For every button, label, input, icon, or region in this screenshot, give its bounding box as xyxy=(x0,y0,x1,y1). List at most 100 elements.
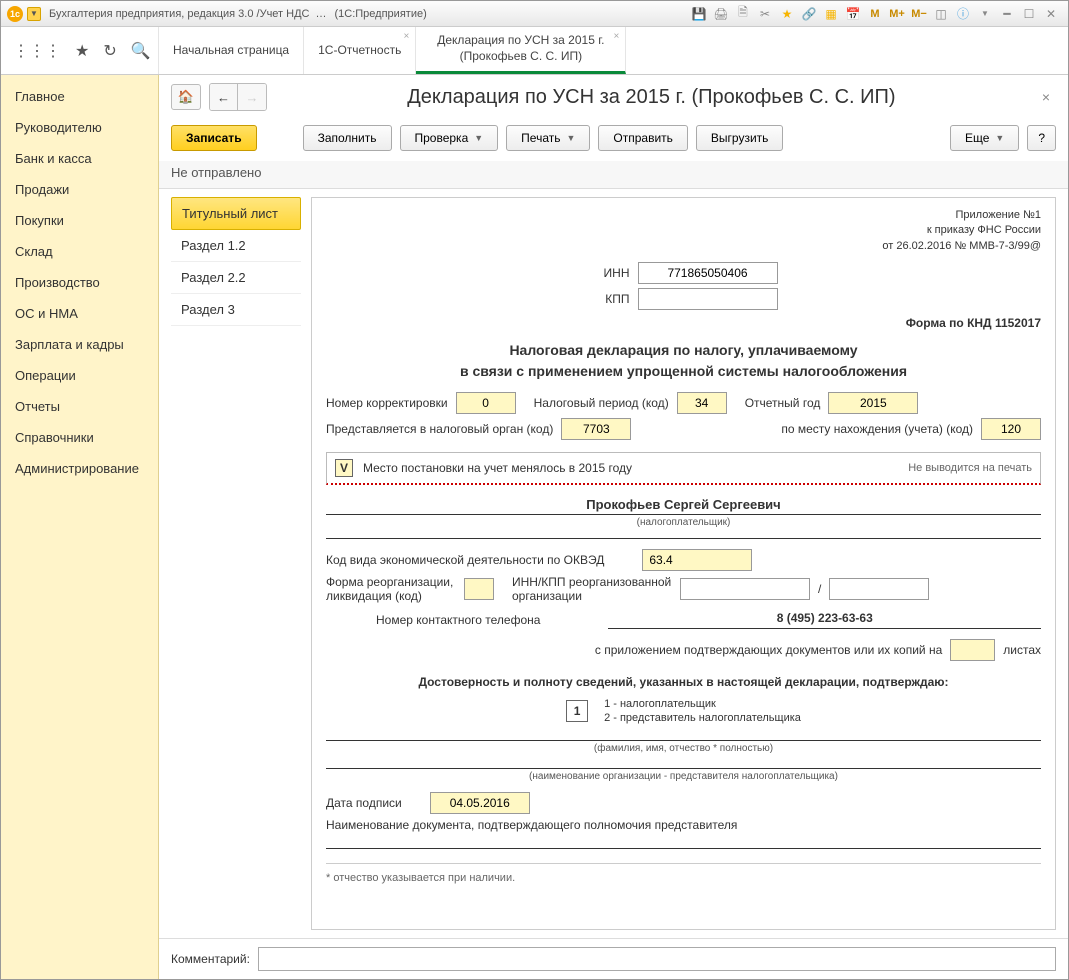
save-icon[interactable]: 💾 xyxy=(690,5,708,23)
sidebar-item[interactable]: Операции xyxy=(1,360,158,391)
fill-button[interactable]: Заполнить xyxy=(303,125,392,151)
chevron-down-icon: ▼ xyxy=(474,133,483,143)
send-button[interactable]: Отправить xyxy=(598,125,688,151)
export-button[interactable]: Выгрузить xyxy=(696,125,784,151)
m-minus-icon[interactable]: M− xyxy=(910,5,928,23)
tab-close-icon[interactable]: × xyxy=(614,31,620,42)
section-1-2[interactable]: Раздел 1.2 xyxy=(171,230,301,262)
apps-icon[interactable]: ⋮⋮⋮ xyxy=(13,41,61,61)
no-print-note: Не выводится на печать xyxy=(908,462,1032,474)
sidebar-item[interactable]: Главное xyxy=(1,81,158,112)
tab-reporting[interactable]: 1С-Отчетность× xyxy=(304,27,416,74)
period-input[interactable] xyxy=(677,392,727,414)
phone-value[interactable]: 8 (495) 223-63-63 xyxy=(608,611,1041,629)
tab-close-icon[interactable]: × xyxy=(404,31,410,42)
correction-row: Номер корректировки Налоговый период (ко… xyxy=(326,392,1041,414)
section-title-page[interactable]: Титульный лист xyxy=(171,197,301,230)
phone-row: Номер контактного телефона 8 (495) 223-6… xyxy=(326,611,1041,629)
organ-row: Представляется в налоговый орган (код) п… xyxy=(326,418,1041,440)
page-title: Декларация по УСН за 2015 г. (Прокофьев … xyxy=(275,86,1028,109)
sidebar-item[interactable]: Банк и касса xyxy=(1,143,158,174)
sidebar-item[interactable]: Администрирование xyxy=(1,453,158,484)
doc-icon[interactable]: 🗎 xyxy=(734,5,752,23)
sign-date-input[interactable] xyxy=(430,792,530,814)
section-3[interactable]: Раздел 3 xyxy=(171,294,301,326)
sidebar-item[interactable]: Руководителю xyxy=(1,112,158,143)
pages-input[interactable] xyxy=(950,639,995,661)
year-input[interactable] xyxy=(828,392,918,414)
reorg-kpp-input[interactable] xyxy=(829,578,929,600)
title-ellipsis: … xyxy=(316,8,329,20)
app-icon: 1c xyxy=(7,6,23,22)
app-menu-dropdown[interactable]: ▼ xyxy=(27,7,41,21)
help-button[interactable]: ? xyxy=(1027,125,1056,151)
info-dropdown-icon[interactable]: ▼ xyxy=(976,5,994,23)
sidebar-item[interactable]: ОС и НМА xyxy=(1,298,158,329)
maximize-icon[interactable]: ☐ xyxy=(1020,5,1038,23)
reorg-inn-input[interactable] xyxy=(680,578,810,600)
organ-label: Представляется в налоговый орган (код) xyxy=(326,422,553,436)
correction-input[interactable] xyxy=(456,392,516,414)
comment-label: Комментарий: xyxy=(171,952,250,966)
sidebar-item[interactable]: Производство xyxy=(1,267,158,298)
back-button[interactable]: ← xyxy=(210,84,238,110)
reorg-code-input[interactable] xyxy=(464,578,494,600)
main-header: 🏠 ← → Декларация по УСН за 2015 г. (Прок… xyxy=(159,75,1068,119)
comment-input[interactable] xyxy=(258,947,1056,971)
check-button[interactable]: Проверка▼ xyxy=(400,125,499,151)
page-close-icon[interactable]: × xyxy=(1036,89,1056,105)
confirm-legend: 1 - налогоплательщик 2 - представитель н… xyxy=(604,697,801,726)
inn-input[interactable] xyxy=(638,262,778,284)
history-icon[interactable]: ↻ xyxy=(103,41,116,61)
save-button[interactable]: Записать xyxy=(171,125,257,151)
link-icon[interactable]: 🔗 xyxy=(800,5,818,23)
org-note: (наименование организации - представител… xyxy=(326,771,1041,782)
sidebar-item[interactable]: Отчеты xyxy=(1,391,158,422)
chevron-down-icon: ▼ xyxy=(995,133,1004,143)
place-input[interactable] xyxy=(981,418,1041,440)
calendar-icon[interactable]: 📅 xyxy=(844,5,862,23)
period-label: Налоговый период (код) xyxy=(534,396,669,410)
tab-home[interactable]: Начальная страница xyxy=(159,27,304,74)
sidebar-item[interactable]: Продажи xyxy=(1,174,158,205)
place-label: по месту нахождения (учета) (код) xyxy=(781,422,973,436)
m-plus-icon[interactable]: M+ xyxy=(888,5,906,23)
confirm-value-box[interactable]: 1 xyxy=(566,700,588,722)
info-icon[interactable]: ⓘ xyxy=(954,5,972,23)
sidebar-item[interactable]: Склад xyxy=(1,236,158,267)
forward-button[interactable]: → xyxy=(238,84,266,110)
appendix-info: Приложение №1 к приказу ФНС России от 26… xyxy=(326,208,1041,254)
declaration-title: Налоговая декларация по налогу, уплачива… xyxy=(326,340,1041,382)
registration-changed-checkbox[interactable]: V xyxy=(335,459,353,477)
footnote: * отчество указывается при наличии. xyxy=(326,863,1041,884)
calc-icon[interactable]: ▦ xyxy=(822,5,840,23)
content: Титульный лист Раздел 1.2 Раздел 2.2 Раз… xyxy=(159,189,1068,938)
doc-name-label: Наименование документа, подтверждающего … xyxy=(326,818,1041,832)
panel-icon[interactable]: ◫ xyxy=(932,5,950,23)
divider xyxy=(326,848,1041,849)
sidebar-item[interactable]: Покупки xyxy=(1,205,158,236)
star-icon[interactable]: ★ xyxy=(778,5,796,23)
kpp-input[interactable] xyxy=(638,288,778,310)
body: Главное Руководителю Банк и касса Продаж… xyxy=(1,75,1068,979)
okved-row: Код вида экономической деятельности по О… xyxy=(326,549,1041,571)
close-window-icon[interactable]: ✕ xyxy=(1042,5,1060,23)
print-button[interactable]: Печать▼ xyxy=(506,125,590,151)
home-button[interactable]: 🏠 xyxy=(171,84,201,110)
sidebar-item[interactable]: Зарплата и кадры xyxy=(1,329,158,360)
section-2-2[interactable]: Раздел 2.2 xyxy=(171,262,301,294)
sidebar-item[interactable]: Справочники xyxy=(1,422,158,453)
minimize-icon[interactable]: ━ xyxy=(998,5,1016,23)
cut-icon[interactable]: ✂ xyxy=(756,5,774,23)
more-button[interactable]: Еще▼ xyxy=(950,125,1019,151)
tab-declaration[interactable]: Декларация по УСН за 2015 г. (Прокофьев … xyxy=(416,27,626,74)
section-nav: Титульный лист Раздел 1.2 Раздел 2.2 Раз… xyxy=(171,197,301,930)
sign-date-row: Дата подписи xyxy=(326,792,1041,814)
search-icon[interactable]: 🔍 xyxy=(131,41,151,61)
okved-input[interactable] xyxy=(642,549,752,571)
organ-input[interactable] xyxy=(561,418,631,440)
favorites-icon[interactable]: ★ xyxy=(75,41,89,61)
print-icon[interactable]: 🖨 xyxy=(712,5,730,23)
kpp-row: КПП xyxy=(326,288,1041,310)
m-icon[interactable]: M xyxy=(866,5,884,23)
